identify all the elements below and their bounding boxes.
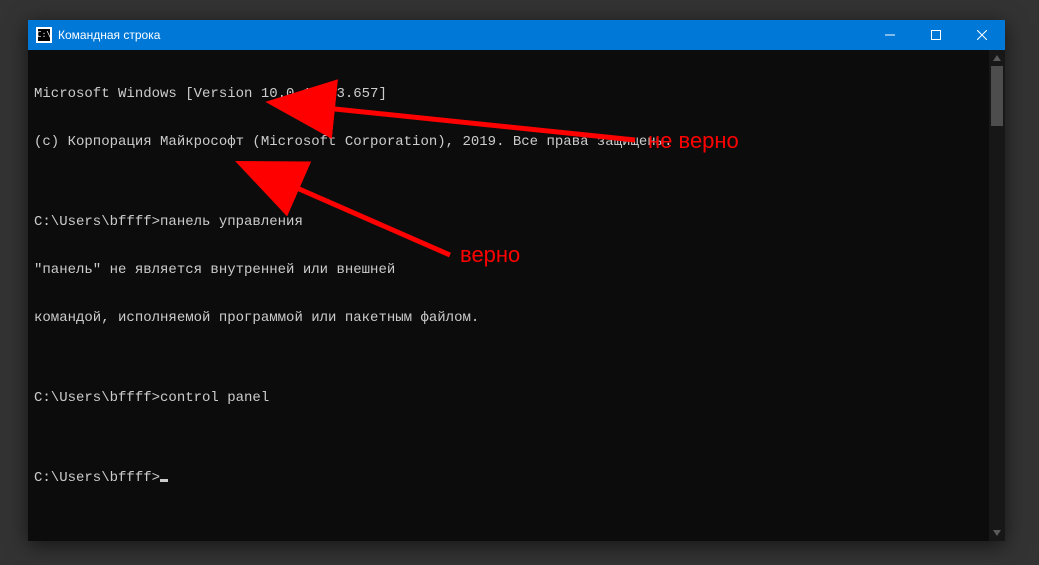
output-line: командой, исполняемой программой или пак… bbox=[34, 310, 983, 326]
output-line: C:\Users\bffff>панель управления bbox=[34, 214, 983, 230]
window-title: Командная строка bbox=[58, 28, 160, 42]
cursor bbox=[160, 479, 168, 482]
prompt-line: C:\Users\bffff> bbox=[34, 470, 983, 486]
output-line: Microsoft Windows [Version 10.0.18363.65… bbox=[34, 86, 983, 102]
terminal-output[interactable]: Microsoft Windows [Version 10.0.18363.65… bbox=[28, 50, 989, 541]
prompt-text: C:\Users\bffff> bbox=[34, 470, 160, 486]
output-line: "панель" не является внутренней или внеш… bbox=[34, 262, 983, 278]
output-line: (c) Корпорация Майкрософт (Microsoft Cor… bbox=[34, 134, 983, 150]
cmd-icon-glyph: C:\ bbox=[37, 31, 51, 39]
cmd-window: C:\ Командная строка Microsoft Windows [… bbox=[28, 20, 1005, 541]
vertical-scrollbar[interactable] bbox=[989, 50, 1005, 541]
scroll-up-button[interactable] bbox=[989, 50, 1005, 66]
client-area: Microsoft Windows [Version 10.0.18363.65… bbox=[28, 50, 1005, 541]
maximize-button[interactable] bbox=[913, 20, 959, 50]
close-button[interactable] bbox=[959, 20, 1005, 50]
scroll-thumb[interactable] bbox=[991, 66, 1003, 126]
scroll-down-button[interactable] bbox=[989, 525, 1005, 541]
cmd-icon: C:\ bbox=[36, 27, 52, 43]
titlebar[interactable]: C:\ Командная строка bbox=[28, 20, 1005, 50]
output-line: C:\Users\bffff>control panel bbox=[34, 390, 983, 406]
minimize-button[interactable] bbox=[867, 20, 913, 50]
